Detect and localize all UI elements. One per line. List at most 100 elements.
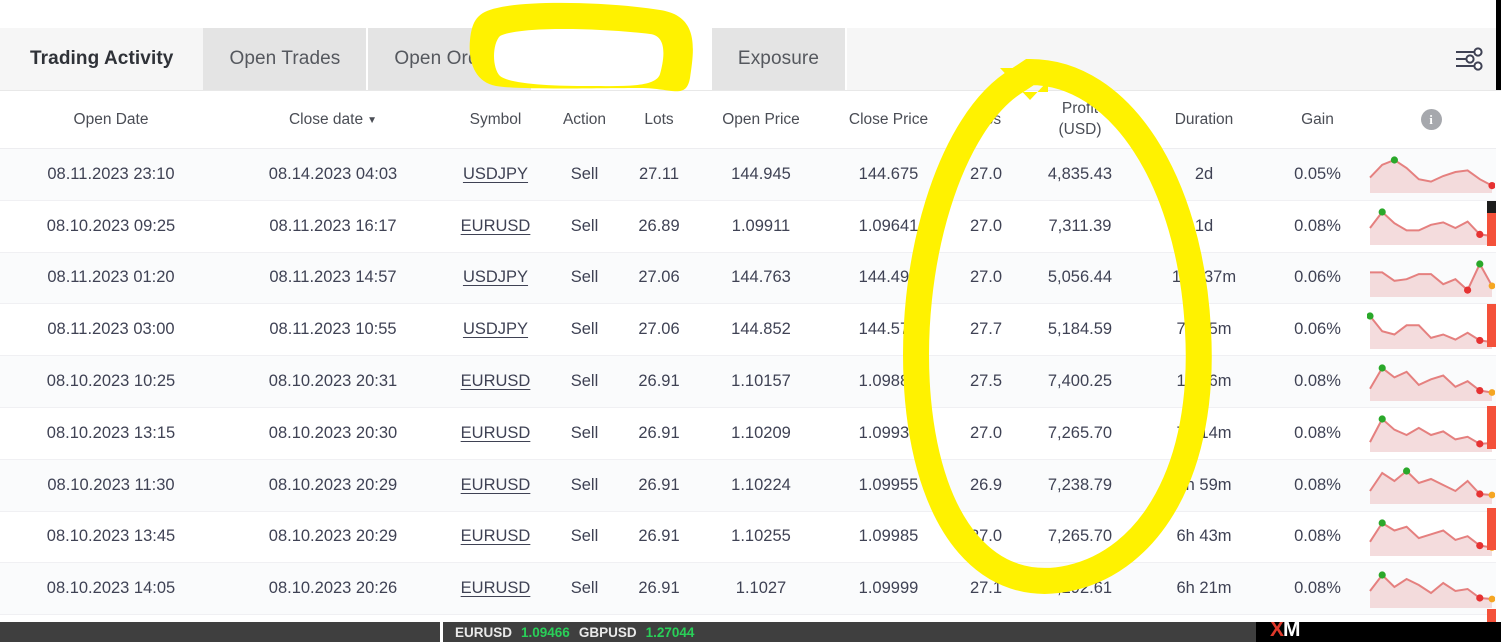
tab-bar: Trading Activity Open Trades Open OrdersHi… (0, 28, 1501, 91)
table-row[interactable]: 08.10.2023 10:2508.10.2023 20:31EURUSDSe… (0, 356, 1496, 408)
table-row[interactable]: 08.10.2023 13:4508.10.2023 20:29EURUSDSe… (0, 511, 1496, 563)
cell-profit: 7,311.39 (1021, 200, 1139, 252)
cell-sparkline (1366, 563, 1496, 615)
cell-lots: 27.06 (622, 252, 696, 304)
tab-exposure[interactable]: Exposure (712, 28, 847, 90)
cell-close-date: 08.10.2023 20:29 (222, 459, 444, 511)
cell-duration: 6h 43m (1139, 511, 1269, 563)
sparkline-chart (1367, 567, 1495, 611)
column-header-open_date[interactable]: Open Date (0, 91, 222, 149)
symbol-link[interactable]: EURUSD (461, 217, 531, 235)
ticker-items: EURUSD1.09466GBPUSD1.27044 (443, 625, 1256, 640)
cell-close-price: 1.09955 (826, 459, 951, 511)
cell-sparkline (1366, 511, 1496, 563)
row-right-indicator (1487, 304, 1496, 347)
table-row[interactable]: 08.10.2023 13:1508.10.2023 20:30EURUSDSe… (0, 407, 1496, 459)
sparkline-chart (1367, 360, 1495, 404)
cell-pips: 27.0 (951, 252, 1021, 304)
cell-duration: 8h 59m (1139, 459, 1269, 511)
column-header-line1: Profit (1021, 99, 1139, 120)
sort-caret-down-icon[interactable]: ▼ (367, 115, 377, 126)
cell-pips: 27.7 (951, 304, 1021, 356)
symbol-link[interactable]: USDJPY (463, 165, 528, 183)
table-row[interactable]: 08.10.2023 11:3008.10.2023 20:29EURUSDSe… (0, 459, 1496, 511)
cell-pips: 27.0 (951, 407, 1021, 459)
symbol-link[interactable]: EURUSD (461, 372, 531, 390)
column-header-close_date[interactable]: Close date▼ (222, 91, 444, 149)
ticker-symbol: GBPUSD (579, 625, 637, 640)
cell-gain: 0.08% (1269, 563, 1366, 615)
cell-symbol[interactable]: EURUSD (444, 459, 547, 511)
cell-duration: 7h 55m (1139, 304, 1269, 356)
tab-open-orders[interactable]: Open Orders (368, 28, 533, 90)
cell-pips: 27.0 (951, 149, 1021, 201)
cell-gain: 0.08% (1269, 356, 1366, 408)
column-header-lots[interactable]: Lots (622, 91, 696, 149)
cell-sparkline (1366, 149, 1496, 201)
ticker-value: 1.27044 (646, 625, 695, 640)
row-right-indicator (1487, 508, 1496, 551)
settings-button[interactable] (1437, 28, 1501, 90)
column-header-symbol[interactable]: Symbol (444, 91, 547, 149)
symbol-link[interactable]: EURUSD (461, 527, 531, 545)
tab-history-13011[interactable]: History(13011) (533, 28, 712, 90)
cell-pips: 27.5 (951, 356, 1021, 408)
cell-symbol[interactable]: USDJPY (444, 149, 547, 201)
cell-lots: 27.11 (622, 149, 696, 201)
table-row[interactable]: 08.11.2023 23:1008.14.2023 04:03USDJPYSe… (0, 149, 1496, 201)
cell-profit: 7,265.70 (1021, 407, 1139, 459)
cell-close-price: 1.09985 (826, 511, 951, 563)
cell-close-price: 1.09641 (826, 200, 951, 252)
tab-label: Open Trades (229, 48, 340, 70)
cell-symbol[interactable]: EURUSD (444, 407, 547, 459)
symbol-link[interactable]: EURUSD (461, 476, 531, 494)
cell-symbol[interactable]: EURUSD (444, 563, 547, 615)
symbol-link[interactable]: USDJPY (463, 268, 528, 286)
symbol-link[interactable]: EURUSD (461, 579, 531, 597)
sparkline-chart (1367, 515, 1495, 559)
table-header-row: Open DateClose date▼SymbolActionLotsOpen… (0, 91, 1496, 149)
column-header-open_price[interactable]: Open Price (696, 91, 826, 149)
cell-open-price: 1.10255 (696, 511, 826, 563)
cell-symbol[interactable]: USDJPY (444, 304, 547, 356)
cell-open-date: 08.11.2023 23:10 (0, 149, 222, 201)
column-header-label: Gain (1301, 111, 1334, 128)
cell-symbol[interactable]: USDJPY (444, 252, 547, 304)
history-table-container[interactable]: Open DateClose date▼SymbolActionLotsOpen… (0, 91, 1496, 623)
sparkline-chart (1367, 463, 1495, 507)
column-header-gain[interactable]: Gain (1269, 91, 1366, 149)
cell-gain: 0.08% (1269, 459, 1366, 511)
column-header-close_price[interactable]: Close Price (826, 91, 951, 149)
cell-gain: 0.06% (1269, 304, 1366, 356)
column-header-label: Duration (1175, 111, 1234, 128)
symbol-link[interactable]: USDJPY (463, 320, 528, 338)
table-row[interactable]: 08.10.2023 09:2508.11.2023 16:17EURUSDSe… (0, 200, 1496, 252)
column-header-chart[interactable]: i (1366, 91, 1496, 149)
cell-action: Sell (547, 252, 622, 304)
cell-profit: 7,265.70 (1021, 511, 1139, 563)
tab-open-trades[interactable]: Open Trades (203, 28, 368, 90)
column-header-duration[interactable]: Duration (1139, 91, 1269, 149)
tab-trading-activity[interactable]: Trading Activity (0, 28, 203, 90)
cell-close-date: 08.11.2023 10:55 (222, 304, 444, 356)
cell-sparkline (1366, 252, 1496, 304)
cell-symbol[interactable]: EURUSD (444, 511, 547, 563)
cell-gain: 0.08% (1269, 407, 1366, 459)
symbol-link[interactable]: EURUSD (461, 424, 531, 442)
table-row[interactable]: 08.11.2023 01:2008.11.2023 14:57USDJPYSe… (0, 252, 1496, 304)
cell-lots: 27.06 (622, 304, 696, 356)
cell-symbol[interactable]: EURUSD (444, 356, 547, 408)
table-row[interactable]: 08.11.2023 03:0008.11.2023 10:55USDJPYSe… (0, 304, 1496, 356)
window-right-edge-top (1496, 0, 1501, 28)
cell-open-date: 08.11.2023 01:20 (0, 252, 222, 304)
table-row[interactable]: 08.10.2023 14:0508.10.2023 20:26EURUSDSe… (0, 563, 1496, 615)
column-header-pips[interactable]: Pips (951, 91, 1021, 149)
cell-symbol[interactable]: EURUSD (444, 200, 547, 252)
sparkline-chart (1367, 152, 1495, 196)
cell-gain: 0.08% (1269, 200, 1366, 252)
table-body: 08.11.2023 23:1008.14.2023 04:03USDJPYSe… (0, 149, 1496, 624)
cell-action: Sell (547, 407, 622, 459)
column-header-profit[interactable]: Profit(USD) (1021, 91, 1139, 149)
info-icon[interactable]: i (1421, 109, 1442, 130)
column-header-action[interactable]: Action (547, 91, 622, 149)
